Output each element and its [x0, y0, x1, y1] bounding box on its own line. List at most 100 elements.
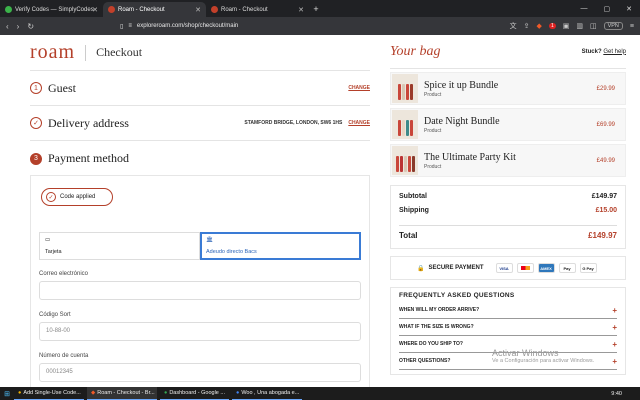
step-payment-method: 3 Payment method [30, 141, 370, 176]
faq-question: WHERE DO YOU SHIP TO? [399, 341, 463, 347]
payment-panel: ✓ Code applied ▭ Tarjeta 🏛 Adeudo direct… [30, 175, 370, 387]
tab-bacs-direct-debit[interactable]: 🏛 Adeudo directo Bacs [200, 232, 361, 260]
toolbar-right: 文 ⇪ ◆ 1 ▣ ▥ ◫ VPN ≡ [510, 21, 634, 31]
checkout-main: roam Checkout 1 Guest CHANGE ✓ Delivery … [30, 35, 370, 387]
faq-item[interactable]: WHEN WILL MY ORDER ARRIVE? + [399, 302, 617, 319]
back-icon[interactable]: ‹ [6, 22, 9, 31]
extensions-icon[interactable]: ▣ [563, 22, 570, 30]
windows-activation-watermark: Activar Windows Ve a Configuración para … [492, 348, 594, 364]
chrome-icon: ● [164, 390, 168, 396]
new-tab-button[interactable]: + [309, 2, 323, 17]
bookmark-icon[interactable]: ▯ [120, 23, 123, 30]
maximize-icon[interactable]: ▢ [604, 5, 611, 13]
email-field[interactable] [39, 281, 361, 300]
product-thumbnail [392, 110, 418, 139]
taskbar-app[interactable]: ● Woo , Una abogada e... [231, 387, 302, 400]
faq-item[interactable]: WHAT IF THE SIZE IS WRONG? + [399, 319, 617, 336]
product-thumbnail [392, 146, 418, 175]
taskbar-app-label: Add Single-Use Code... [23, 390, 81, 396]
address-bar[interactable]: ▯ ≡ exploreroam.com/shop/checkout/main [114, 20, 502, 33]
translate-icon[interactable]: 文 [510, 21, 517, 31]
faq-question: OTHER QUESTIONS? [399, 358, 451, 364]
chrome-icon: ● [235, 390, 240, 396]
tab-title: Verify Codes — SimplyCodes [15, 6, 94, 13]
taskbar-app-label: Roam - Checkout - Br... [97, 390, 155, 396]
reload-icon[interactable]: ↻ [27, 22, 34, 31]
brave-icon: ◆ [91, 390, 96, 396]
browser-toolbar: ‹ › ↻ ▯ ≡ exploreroam.com/shop/checkout/… [0, 17, 640, 35]
change-address-link[interactable]: CHANGE [348, 120, 370, 126]
step-number: 3 [30, 152, 42, 165]
item-price: £29.99 [596, 85, 615, 92]
browser-tab-roam[interactable]: Roam - Checkout ✕ [206, 2, 309, 17]
taskbar-app[interactable]: ◆ Roam - Checkout - Br... [87, 387, 157, 400]
bag-title: Your bag [390, 43, 441, 59]
close-icon[interactable]: ✕ [92, 6, 98, 14]
expand-plus-icon[interactable]: + [612, 357, 617, 366]
brand-header: roam Checkout [30, 35, 370, 71]
bag-item: Date Night Bundle Product £69.99 [390, 108, 626, 141]
email-label: Correo electrónico [39, 271, 89, 277]
taskbar-app-label: Dashboard - Google ... [169, 390, 225, 396]
item-name: Date Night Bundle [424, 115, 500, 127]
item-price: £49.99 [596, 157, 615, 164]
brave-shield-icon[interactable]: ◆ [537, 22, 542, 30]
watermark-title: Activar Windows [492, 348, 559, 358]
faq-question: WHAT IF THE SIZE IS WRONG? [399, 324, 474, 330]
order-totals: Subtotal £149.97 Shipping £15.00 Total £… [390, 185, 626, 249]
code-applied-badge: ✓ Code applied [41, 188, 113, 206]
bag-item: The Ultimate Party Kit Product £49.99 [390, 144, 626, 177]
taskbar-clock[interactable]: 9:40 [611, 391, 622, 397]
browser-tab-simplycodes[interactable]: Verify Codes — SimplyCodes ✕ [0, 2, 103, 17]
close-icon[interactable]: ✕ [298, 6, 304, 14]
wallet-icon[interactable]: ◫ [590, 22, 597, 30]
sidebar-icon[interactable]: ▥ [576, 22, 583, 30]
item-type: Product [424, 127, 442, 134]
site-info-icon[interactable]: ≡ [128, 23, 132, 29]
notification-badge[interactable]: 1 [548, 23, 556, 29]
card-icon: ▭ [45, 237, 51, 243]
taskbar-app[interactable]: ● Add Single-Use Code... [14, 387, 84, 400]
amex-icon: AMEX [537, 263, 555, 273]
close-icon[interactable]: ✕ [195, 6, 201, 14]
sort-code-field[interactable]: 10-88-00 [39, 322, 361, 341]
roam-logo[interactable]: roam [30, 41, 75, 64]
change-guest-link[interactable]: CHANGE [348, 85, 370, 91]
google-pay-icon: G Pay [579, 263, 597, 273]
tab-card[interactable]: ▭ Tarjeta [39, 232, 200, 260]
step-title: Guest [48, 80, 76, 95]
visa-icon: VISA [495, 263, 513, 273]
expand-plus-icon[interactable]: + [612, 306, 617, 315]
roam-favicon-icon [211, 6, 218, 13]
header-divider [85, 44, 87, 61]
account-number-label: Número de cuenta [39, 353, 89, 359]
checkmark-icon: ✓ [30, 117, 42, 129]
windows-start-icon[interactable]: ⊞ [0, 387, 14, 400]
taskbar-app[interactable]: ● Dashboard - Google ... [160, 387, 229, 400]
checkmark-icon: ✓ [46, 192, 56, 202]
shipping-row: Shipping £15.00 [399, 203, 617, 217]
windows-taskbar: ⊞ ● Add Single-Use Code... ◆ Roam - Checko… [0, 387, 640, 400]
vpn-button[interactable]: VPN [603, 22, 623, 30]
close-window-icon[interactable]: ✕ [626, 5, 632, 13]
bag-summary: Your bag Stuck? Get help Spice it up Bun… [390, 35, 626, 375]
browser-tab-roam-active[interactable]: Roam - Checkout ✕ [103, 2, 206, 17]
chrome-icon: ● [18, 390, 22, 396]
mastercard-icon: MC [516, 263, 534, 273]
tab-title: Roam - Checkout [118, 6, 165, 13]
forward-icon[interactable]: › [17, 22, 20, 31]
menu-icon[interactable]: ≡ [630, 23, 634, 30]
step-guest: 1 Guest CHANGE [30, 71, 370, 106]
bag-header: Your bag Stuck? Get help [390, 35, 626, 69]
share-icon[interactable]: ⇪ [524, 22, 530, 30]
item-name: Spice it up Bundle [424, 79, 499, 91]
account-number-field[interactable]: 00012345 [39, 363, 361, 382]
taskbar-app-label: Woo , Una abogada e... [241, 390, 300, 396]
expand-plus-icon[interactable]: + [612, 340, 617, 349]
lock-icon: 🔒 [417, 265, 425, 272]
faq-title: FREQUENTLY ASKED QUESTIONS [399, 292, 515, 299]
minimize-icon[interactable]: — [581, 5, 588, 12]
get-help-link[interactable]: Get help [603, 49, 626, 55]
checkout-page: roam Checkout 1 Guest CHANGE ✓ Delivery … [0, 35, 640, 387]
expand-plus-icon[interactable]: + [612, 323, 617, 332]
